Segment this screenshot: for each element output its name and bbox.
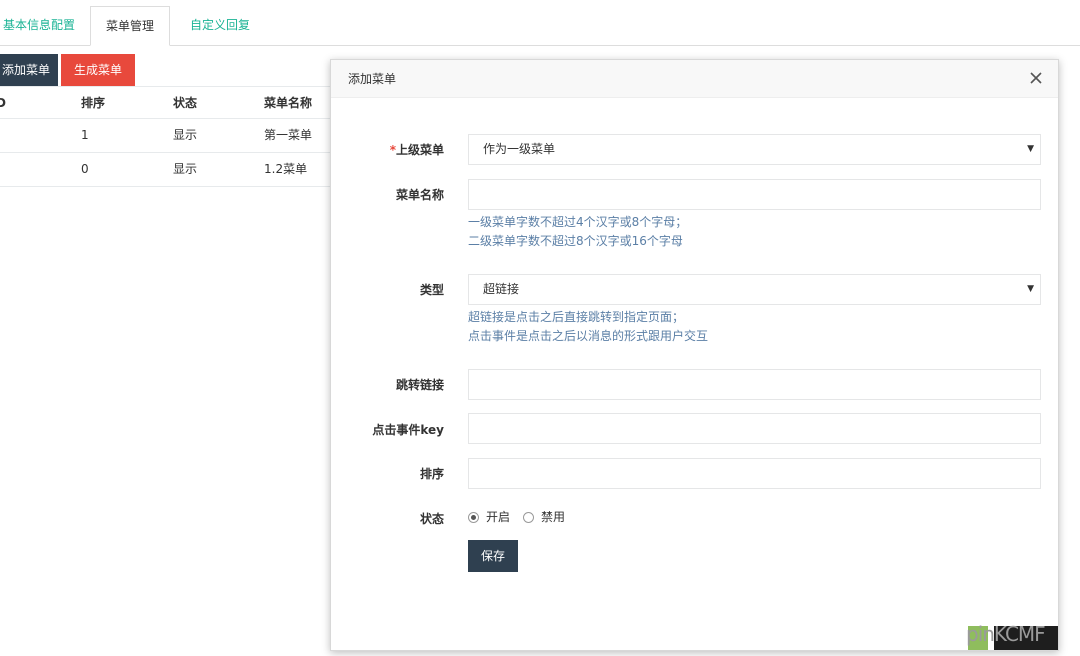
table-header: D 排序 状态 菜单名称 <box>0 86 330 119</box>
menu-table: D 排序 状态 菜单名称 1 显示 第一菜单 0 显示 1.2菜单 <box>0 86 330 187</box>
radio-checked-icon <box>468 512 479 523</box>
row-name: 1.2菜单 <box>264 162 308 176</box>
header-order: 排序 <box>81 96 106 110</box>
menu-name-hint-1: 一级菜单字数不超过4个汉字或8个字母； <box>468 215 688 229</box>
event-key-label: 点击事件key <box>372 423 444 437</box>
radio-unchecked-icon <box>523 512 534 523</box>
save-button[interactable]: 保存 <box>468 540 518 572</box>
row-name: 第一菜单 <box>264 128 313 142</box>
parent-menu-label-text: 上级菜单 <box>395 143 444 157</box>
menu-name-label: 菜单名称 <box>395 188 444 202</box>
type-select[interactable]: 超链接 ▼ <box>468 274 1041 305</box>
watermark-text: pinKCMF <box>966 622 1046 646</box>
type-value: 超链接 <box>483 282 520 296</box>
header-status: 状态 <box>173 96 198 110</box>
link-input[interactable] <box>468 369 1041 400</box>
header-name: 菜单名称 <box>264 96 313 110</box>
table-row: 0 显示 1.2菜单 <box>0 153 330 187</box>
type-hint-2: 点击事件是点击之后以消息的形式跟用户交互 <box>468 329 709 343</box>
link-label: 跳转链接 <box>395 378 444 392</box>
row-status: 显示 <box>173 128 198 142</box>
watermark-logo: pinKCMF <box>964 620 1076 652</box>
tab-bar: 基本信息配置 菜单管理 自定义回复 <box>0 0 1080 46</box>
tab-menu-management[interactable]: 菜单管理 <box>90 6 170 46</box>
table-row: 1 显示 第一菜单 <box>0 119 330 153</box>
row-status: 显示 <box>173 162 198 176</box>
parent-menu-select[interactable]: 作为一级菜单 ▼ <box>468 134 1041 165</box>
tab-custom-reply[interactable]: 自定义回复 <box>178 6 262 46</box>
add-menu-button[interactable]: 添加菜单 <box>0 54 58 86</box>
event-key-input[interactable] <box>468 413 1041 444</box>
type-hint-1: 超链接是点击之后直接跳转到指定页面； <box>468 310 685 324</box>
tab-basic-info[interactable]: 基本信息配置 <box>0 6 84 46</box>
order-label: 排序 <box>419 467 444 481</box>
status-enable-label: 开启 <box>486 510 511 524</box>
generate-menu-button[interactable]: 生成菜单 <box>61 54 135 86</box>
close-icon[interactable] <box>1028 70 1044 86</box>
dialog-header: 添加菜单 <box>331 60 1058 98</box>
caret-down-icon: ▼ <box>1027 144 1034 154</box>
status-label: 状态 <box>419 512 444 526</box>
row-order: 1 <box>81 128 89 142</box>
dialog-title: 添加菜单 <box>348 72 397 86</box>
status-disable-label: 禁用 <box>541 510 566 524</box>
parent-menu-value: 作为一级菜单 <box>483 142 556 156</box>
type-label: 类型 <box>419 283 444 297</box>
menu-name-input[interactable] <box>468 179 1041 210</box>
row-order: 0 <box>81 162 89 176</box>
add-menu-dialog: 添加菜单 *上级菜单 作为一级菜单 ▼ 菜单名称 一级菜单字数不超过4个汉字或8… <box>330 59 1059 651</box>
menu-name-hint-2: 二级菜单字数不超过8个汉字或16个字母 <box>468 234 683 248</box>
header-id: D <box>0 96 6 110</box>
order-input[interactable] <box>468 458 1041 489</box>
parent-menu-label: *上级菜单 <box>334 141 444 158</box>
caret-down-icon: ▼ <box>1027 284 1034 294</box>
